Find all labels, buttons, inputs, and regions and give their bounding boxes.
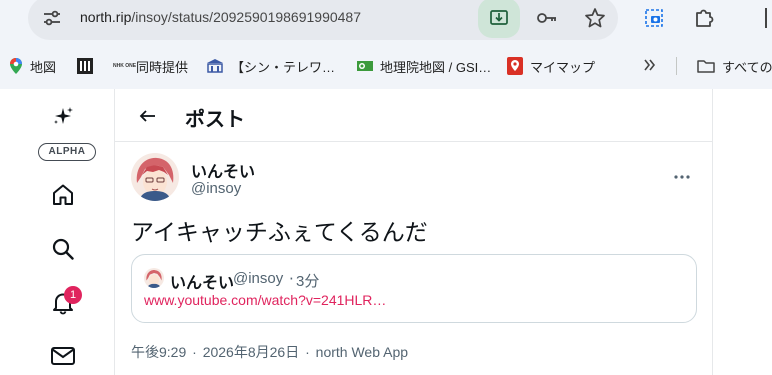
site-settings-icon[interactable] xyxy=(42,9,62,27)
author-handle[interactable]: @insoy xyxy=(191,180,241,197)
url-text[interactable]: north.rip/insoy/status/20925901986919904… xyxy=(80,9,361,25)
bookmark-book[interactable] xyxy=(76,56,101,76)
quote-handle: @insoy xyxy=(233,270,284,287)
left-nav: ALPHA 1 xyxy=(0,89,115,375)
avatar[interactable] xyxy=(131,153,179,201)
quote-time: 3分 xyxy=(296,273,320,290)
home-icon[interactable] xyxy=(50,182,76,208)
url-host: north.rip xyxy=(80,9,132,25)
book-icon xyxy=(77,58,93,74)
more-options-icon[interactable] xyxy=(672,169,692,185)
meta-separator: · xyxy=(305,344,310,360)
page: ALPHA 1 ポスト いんそい @insoy アイキャッチふぇてくるんだ いん… xyxy=(0,89,772,375)
bookmark-label: 【シン・テレワ… xyxy=(231,59,336,75)
post-text: アイキャッチふぇてくるんだ xyxy=(131,220,428,246)
quote-avatar xyxy=(144,268,164,288)
post-time[interactable]: 午後9:29 xyxy=(131,344,186,360)
alpha-badge: ALPHA xyxy=(38,143,96,161)
bookmark-star-icon[interactable] xyxy=(584,7,606,29)
quote-link[interactable]: www.youtube.com/watch?v=241HLR… xyxy=(144,292,386,308)
post-date[interactable]: 2026年8月26日 xyxy=(203,344,300,360)
url-path: /insoy/status/2092590198691990487 xyxy=(131,9,361,25)
bookmark-label: 地図 xyxy=(30,59,57,75)
notification-count-badge: 1 xyxy=(64,286,82,304)
nhk-one-icon: NHK ONE xyxy=(113,63,137,69)
quote-separator: · xyxy=(289,270,294,288)
more-bookmarks-icon[interactable] xyxy=(642,58,656,72)
page-title: ポスト xyxy=(185,107,245,131)
mail-icon[interactable] xyxy=(50,345,76,367)
bookmark-label: 同時提供 xyxy=(136,59,189,75)
bookmark-gsi[interactable]: 地理院地図 / GSI… xyxy=(357,56,491,76)
post-header: ポスト xyxy=(115,89,713,142)
bookmark-maps[interactable]: 地図 xyxy=(9,56,56,76)
meta-separator: · xyxy=(192,344,197,360)
bookmark-label: マイマップ xyxy=(530,59,596,75)
menu-divider xyxy=(765,8,767,28)
back-arrow-icon[interactable] xyxy=(138,106,158,126)
screenshot-icon[interactable] xyxy=(643,7,665,29)
quoted-post[interactable]: いんそい @insoy · 3分 www.youtube.com/watch?v… xyxy=(131,254,697,323)
gsi-map-icon xyxy=(357,61,373,71)
bookmark-nhk[interactable]: NHK ONE 同時提供 xyxy=(113,56,188,76)
folder-icon xyxy=(697,60,715,73)
bookmark-mymaps[interactable]: マイマップ xyxy=(507,56,595,76)
extensions-icon[interactable] xyxy=(693,6,715,28)
post-client: north Web App xyxy=(315,344,409,360)
install-app-button[interactable] xyxy=(478,0,520,38)
quote-avatar-image xyxy=(144,268,164,288)
sparkle-logo-icon[interactable] xyxy=(52,105,74,127)
maps-pin-icon xyxy=(10,58,22,74)
avatar-image xyxy=(131,153,179,201)
author-display-name[interactable]: いんそい xyxy=(191,158,255,182)
post-meta: 午後9:29 · 2026年8月26日 · north Web App xyxy=(131,342,410,362)
bookmarks-bar: 地図 NHK ONE 同時提供 【シン・テレワ… 地理院地図 / GSI… マイ… xyxy=(0,50,772,80)
browser-chrome: north.rip/insoy/status/20925901986919904… xyxy=(0,0,772,89)
key-icon[interactable] xyxy=(536,7,558,29)
all-bookmarks-folder[interactable]: すべての xyxy=(697,56,772,76)
main-column: ポスト いんそい @insoy アイキャッチふぇてくるんだ いんそい @inso… xyxy=(115,89,713,375)
search-icon[interactable] xyxy=(50,236,76,262)
quote-display-name: いんそい xyxy=(170,273,235,292)
bookmark-telework[interactable]: 【シン・テレワ… xyxy=(206,56,335,76)
school-icon xyxy=(207,59,223,73)
bookmark-label: 地理院地図 / GSI… xyxy=(380,59,492,75)
install-icon xyxy=(490,10,508,25)
mymaps-icon xyxy=(507,57,523,75)
all-bookmarks-label: すべての xyxy=(722,59,772,75)
bookmarks-separator xyxy=(676,57,677,75)
